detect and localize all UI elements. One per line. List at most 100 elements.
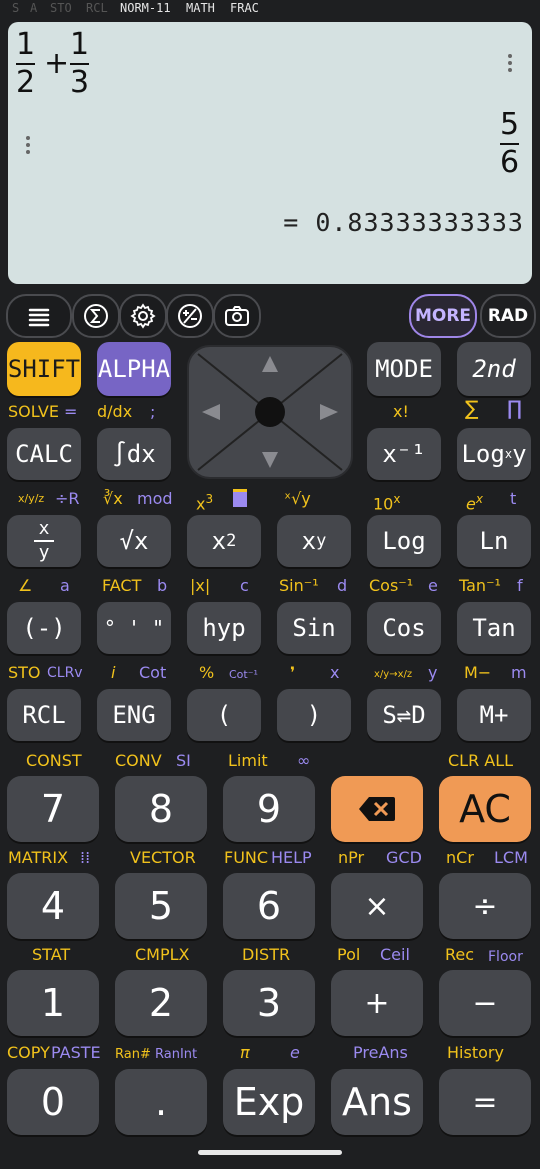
decimal-point-key[interactable]: . <box>115 1069 207 1135</box>
left-paren-key[interactable]: ( <box>187 689 261 741</box>
cos-key[interactable]: Cos <box>367 602 441 654</box>
degree-key[interactable]: ° ' " <box>97 602 171 654</box>
digit-8-key[interactable]: 8 <box>115 776 207 842</box>
digit-6-key[interactable]: 6 <box>223 873 315 939</box>
ans-key[interactable]: Ans <box>331 1069 423 1135</box>
label-atan: Tan⁻¹ <box>459 576 501 595</box>
alpha-key[interactable]: ALPHA <box>97 342 171 396</box>
status-sto: STO <box>50 1 72 15</box>
backspace-icon <box>359 797 395 821</box>
status-norm: NORM-11 <box>120 1 171 15</box>
label-conv3: x/y→x/z <box>374 669 413 680</box>
direction-pad[interactable] <box>186 344 354 480</box>
home-indicator[interactable] <box>198 1150 342 1155</box>
rcl-key[interactable]: RCL <box>7 689 81 741</box>
shift-key[interactable]: SHIFT <box>7 342 81 396</box>
result-fraction: 5 6 <box>500 108 520 180</box>
log-key[interactable]: Log <box>367 515 441 567</box>
label-ddx: d/dx <box>97 402 133 421</box>
camera-icon <box>225 306 249 326</box>
power-key[interactable]: xy <box>277 515 351 567</box>
eng-key[interactable]: ENG <box>97 689 171 741</box>
menu-icon <box>28 308 50 327</box>
backspace-key[interactable] <box>331 776 423 842</box>
label-mod: mod <box>137 489 173 508</box>
label-abs: |x| <box>190 576 211 595</box>
label-t: t <box>510 489 517 508</box>
label-copy: COPY <box>7 1043 50 1062</box>
ln-key[interactable]: Ln <box>457 515 531 567</box>
mode-key[interactable]: MODE <box>367 342 441 396</box>
multiply-key[interactable]: × <box>331 873 423 939</box>
label-c: c <box>240 576 249 595</box>
label-percent: % <box>199 663 215 682</box>
exp-key[interactable]: Exp <box>223 1069 315 1135</box>
integral-key[interactable]: ∫dx <box>97 428 171 480</box>
result-menu-icon[interactable] <box>26 136 30 157</box>
label-m: m <box>511 663 527 682</box>
label-y: y <box>428 663 438 682</box>
label-preans: PreAns <box>353 1043 408 1062</box>
second-key[interactable]: 2nd <box>457 342 531 396</box>
sd-key[interactable]: S⇌D <box>367 689 441 741</box>
label-solve-eq: = <box>64 402 78 421</box>
inverse-key[interactable]: x⁻¹ <box>367 428 441 480</box>
digit-0-key[interactable]: 0 <box>7 1069 99 1135</box>
plus-minus-button[interactable] <box>166 294 214 338</box>
sqrt-key[interactable]: √x <box>97 515 171 567</box>
mplus-key[interactable]: M+ <box>457 689 531 741</box>
angle-mode-button[interactable]: RAD <box>480 294 536 338</box>
subtract-key[interactable]: − <box>439 970 531 1036</box>
digit-1-key[interactable]: 1 <box>7 970 99 1036</box>
ac-key[interactable]: AC <box>439 776 531 842</box>
logxy-key[interactable]: Log x y <box>457 428 531 480</box>
label-e-power: ex <box>466 492 483 514</box>
label-divr: ÷R <box>55 489 80 508</box>
right-paren-key[interactable]: ) <box>277 689 351 741</box>
label-rannum: Ran# <box>115 1047 151 1062</box>
more-button[interactable]: MORE <box>409 294 477 338</box>
label-euler: e <box>290 1043 300 1062</box>
sin-key[interactable]: Sin <box>277 602 351 654</box>
menu-button[interactable] <box>6 294 72 338</box>
label-a: a <box>60 576 70 595</box>
label-cmplx: CMPLX <box>135 945 190 964</box>
label-comma: ❜ <box>290 663 296 682</box>
label-limit: Limit <box>228 751 268 770</box>
square-key[interactable]: x2 <box>187 515 261 567</box>
label-prod: ∏ <box>507 396 523 420</box>
add-key[interactable]: + <box>331 970 423 1036</box>
settings-button[interactable] <box>119 294 167 338</box>
label-factorial: x! <box>393 402 409 421</box>
label-conv: CONV <box>115 751 162 770</box>
label-xyz: x/y/z <box>18 492 45 505</box>
calc-key[interactable]: CALC <box>7 428 81 480</box>
label-semicolon: ; <box>150 402 156 421</box>
equals-key[interactable]: = <box>439 1069 531 1135</box>
label-mminus: M− <box>464 663 492 682</box>
negative-key[interactable]: (-) <box>7 602 81 654</box>
digit-4-key[interactable]: 4 <box>7 873 99 939</box>
digit-5-key[interactable]: 5 <box>115 873 207 939</box>
digit-7-key[interactable]: 7 <box>7 776 99 842</box>
digit-2-key[interactable]: 2 <box>115 970 207 1036</box>
sigma-button[interactable] <box>72 294 120 338</box>
camera-button[interactable] <box>213 294 261 338</box>
expr-numerator-2: 1 <box>70 27 90 62</box>
divide-key[interactable]: ÷ <box>439 873 531 939</box>
label-pol: Pol <box>337 945 361 964</box>
expression-menu-icon[interactable] <box>508 54 512 75</box>
result-denominator: 6 <box>500 145 520 180</box>
calculator-display[interactable]: 1 2 + 1 3 5 6 = 0.83333333333 <box>8 22 532 284</box>
label-x: x <box>330 663 340 682</box>
expr-fraction-2: 1 3 <box>70 27 90 100</box>
tan-key[interactable]: Tan <box>457 602 531 654</box>
digit-3-key[interactable]: 3 <box>223 970 315 1036</box>
label-history: History <box>447 1043 504 1062</box>
digit-9-key[interactable]: 9 <box>223 776 315 842</box>
hyp-key[interactable]: hyp <box>187 602 261 654</box>
fraction-key[interactable]: xy <box>7 515 81 567</box>
label-gcd: GCD <box>386 848 422 867</box>
label-matrix: MATRIX <box>8 848 69 867</box>
label-help: HELP <box>271 848 312 867</box>
